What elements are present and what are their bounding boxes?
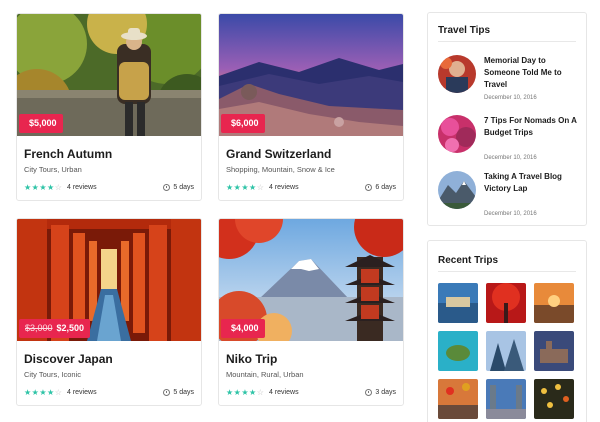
divider: [438, 271, 576, 272]
rating-stars: ★★★★☆: [226, 388, 265, 397]
trip-categories: City Tours, Urban: [24, 165, 82, 174]
trip-duration: 5 days: [163, 389, 194, 396]
clock-icon: [163, 184, 171, 191]
price-badge: $4,000: [221, 319, 265, 338]
post-date: December 10, 2016: [484, 155, 537, 161]
clock-icon: [163, 389, 171, 396]
rating-stars: ★★★★☆: [226, 183, 265, 192]
recent-trip-thumbnail[interactable]: [438, 331, 478, 371]
recent-trip-thumbnail[interactable]: [534, 379, 574, 419]
rating-stars: ★★★★☆: [24, 183, 63, 192]
reviews-count[interactable]: 4 reviews: [269, 389, 299, 396]
post-date: December 10, 2016: [484, 95, 537, 101]
recent-trip-thumbnail[interactable]: [486, 331, 526, 371]
post-title[interactable]: 7 Tips For Nomads On A Budget Trips: [484, 115, 580, 139]
widget-title: Travel Tips: [438, 25, 491, 36]
price-badge: $6,000: [221, 114, 265, 133]
trip-title[interactable]: Discover Japan: [24, 352, 113, 366]
trip-duration: 5 days: [163, 184, 194, 191]
recent-trip-thumbnail[interactable]: [438, 283, 478, 323]
trip-card-discover-japan[interactable]: $3,000 $2,500 Discover Japan City Tours, …: [16, 218, 202, 406]
reviews-count[interactable]: 4 reviews: [269, 184, 299, 191]
travel-tips-widget: Travel Tips Memorial Day to Someone Told…: [427, 12, 587, 226]
trip-title[interactable]: French Autumn: [24, 147, 112, 161]
price-badge: $3,000 $2,500: [19, 319, 91, 338]
divider: [438, 41, 576, 42]
travel-tip-post[interactable]: Taking A Travel Blog Victory Lap Decembe…: [438, 171, 578, 217]
recent-trips-widget: Recent Trips: [427, 240, 587, 422]
travel-tip-post[interactable]: Memorial Day to Someone Told Me to Trave…: [438, 55, 578, 101]
trip-title[interactable]: Grand Switzerland: [226, 147, 331, 161]
trip-title[interactable]: Niko Trip: [226, 352, 277, 366]
widget-title: Recent Trips: [438, 255, 499, 266]
recent-trip-thumbnail[interactable]: [534, 283, 574, 323]
post-title[interactable]: Memorial Day to Someone Told Me to Trave…: [484, 55, 580, 91]
trip-card-grand-switzerland[interactable]: $6,000 Grand Switzerland Shopping, Mount…: [218, 13, 404, 201]
reviews-count[interactable]: 4 reviews: [67, 389, 97, 396]
trip-card-french-autumn[interactable]: $5,000 French Autumn City Tours, Urban ★…: [16, 13, 202, 201]
post-title[interactable]: Taking A Travel Blog Victory Lap: [484, 171, 580, 195]
trip-duration: 3 days: [365, 389, 396, 396]
post-thumbnail[interactable]: [438, 171, 476, 209]
trip-categories: Mountain, Rural, Urban: [226, 370, 304, 379]
price-badge: $5,000: [19, 114, 63, 133]
recent-trip-thumbnail[interactable]: [486, 379, 526, 419]
reviews-count[interactable]: 4 reviews: [67, 184, 97, 191]
trip-categories: Shopping, Mountain, Snow & Ice: [226, 165, 335, 174]
clock-icon: [365, 389, 373, 396]
clock-icon: [365, 184, 373, 191]
recent-trip-thumbnail[interactable]: [534, 331, 574, 371]
trip-categories: City Tours, Iconic: [24, 370, 81, 379]
post-thumbnail[interactable]: [438, 115, 476, 153]
recent-trip-thumbnail[interactable]: [486, 283, 526, 323]
recent-trip-thumbnail[interactable]: [438, 379, 478, 419]
post-date: December 10, 2016: [484, 211, 537, 217]
trip-card-niko-trip[interactable]: $4,000 Niko Trip Mountain, Rural, Urban …: [218, 218, 404, 406]
travel-tip-post[interactable]: 7 Tips For Nomads On A Budget Trips Dece…: [438, 115, 578, 161]
trip-duration: 6 days: [365, 184, 396, 191]
post-thumbnail[interactable]: [438, 55, 476, 93]
rating-stars: ★★★★☆: [24, 388, 63, 397]
